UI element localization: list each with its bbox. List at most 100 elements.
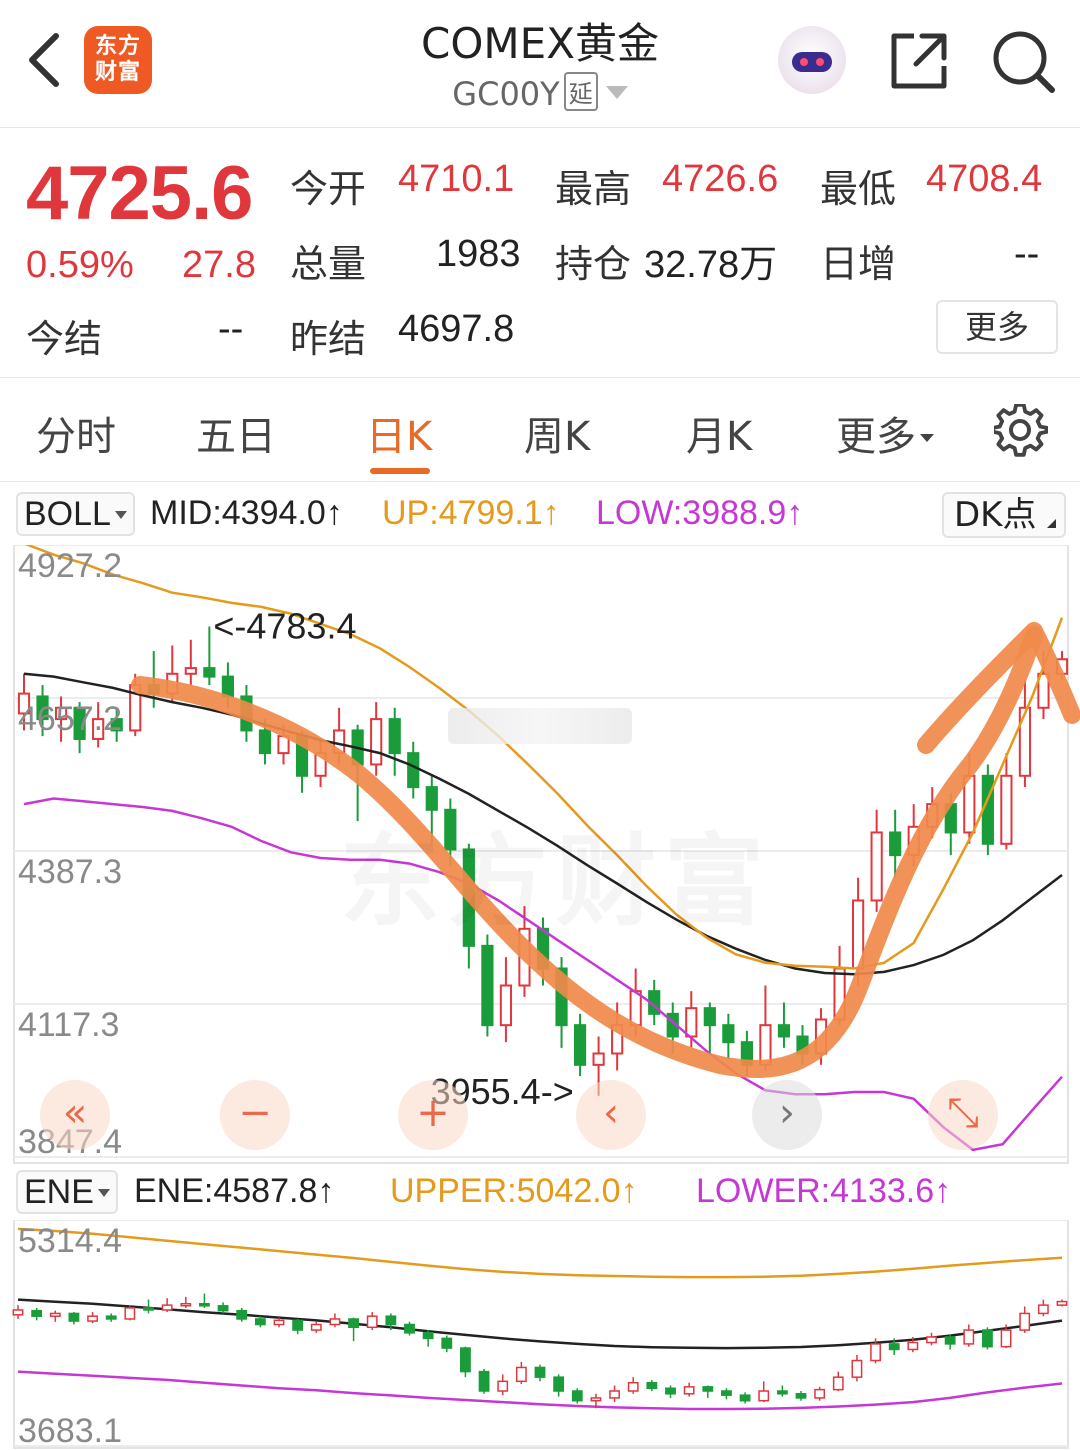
candle-body (203, 667, 216, 678)
mini-candle-body (907, 1341, 919, 1351)
mini-candle-body (571, 1390, 583, 1402)
ene-selector-label: ENE (24, 1173, 94, 1211)
mini-candle-body (944, 1336, 956, 1345)
candle-body (981, 774, 994, 845)
ene-chart[interactable]: 5314.4 3683.1 (0, 1220, 1080, 1450)
chevron-down-icon (605, 86, 628, 99)
mini-candle-body (385, 1315, 397, 1326)
candle-body (1018, 706, 1032, 777)
tab-daily-k[interactable]: 日K (366, 404, 432, 462)
high-value: 4726.6 (662, 158, 779, 200)
page-title: COMEX黄金 (421, 19, 659, 68)
scroll-left-button[interactable]: ‹ (576, 1080, 646, 1150)
candle-body (703, 1007, 716, 1027)
mini-candle-body (795, 1393, 807, 1399)
mini-candle-body (87, 1315, 98, 1322)
chevron-down-icon (97, 1189, 110, 1197)
mini-candle-body (851, 1359, 863, 1378)
mini-candle-body (199, 1302, 210, 1307)
ene-value: ENE:4587.8↑ (134, 1172, 335, 1210)
mini-candle-body (1000, 1329, 1012, 1348)
mini-candle-body (832, 1376, 844, 1391)
dk-point-button[interactable]: DK点 (942, 492, 1066, 538)
tab-weekly-k[interactable]: 周K (524, 404, 590, 462)
position-value: 32.78万 (644, 244, 778, 286)
candle-body (629, 990, 642, 1027)
tab-intraday[interactable]: 分时 (36, 404, 116, 462)
change-percent: 0.59% (26, 244, 134, 286)
tab-more[interactable]: 更多 (836, 404, 934, 462)
y-tick-label: 4117.3 (18, 1006, 119, 1044)
candle-body (499, 984, 513, 1027)
mini-candle-body (254, 1318, 266, 1326)
ene-selector[interactable]: ENE (16, 1170, 118, 1214)
assistant-robot-icon[interactable] (778, 26, 846, 94)
boll-selector[interactable]: BOLL (16, 492, 135, 536)
mini-candle-body (441, 1337, 453, 1349)
y-tick-label: 3683.1 (18, 1412, 122, 1450)
mini-candle-body (870, 1343, 881, 1362)
daily-increase-value: -- (1014, 233, 1040, 275)
candle-body (685, 1007, 698, 1038)
candle-body (870, 831, 883, 902)
max-price-label: <-4783.4 (213, 606, 356, 647)
blurred-tooltip (448, 708, 632, 744)
mini-candle-body (217, 1305, 229, 1312)
scroll-left-fast-button[interactable]: « (40, 1080, 110, 1150)
zoom-out-button[interactable]: − (220, 1080, 290, 1150)
candle-body (370, 718, 383, 766)
zoom-in-button[interactable]: + (398, 1080, 468, 1150)
settle-value: -- (218, 308, 244, 350)
mini-candle-body (236, 1309, 248, 1320)
mini-candle-body (422, 1332, 434, 1340)
mini-candle-body (124, 1307, 136, 1320)
gear-icon[interactable] (994, 404, 1048, 458)
candle-body (184, 667, 197, 675)
mini-candle-body (888, 1343, 900, 1351)
mini-candle-body (310, 1323, 322, 1331)
ene-indicator-bar: ENE ENE:4587.8↑ UPPER:5042.0↑ LOWER:4133… (0, 1166, 1080, 1218)
period-tabs: 分时 五日 日K 周K 月K 更多 (0, 378, 1080, 482)
logo-text-bottom: 财富 (94, 60, 141, 85)
delay-tag: 延 (563, 72, 598, 111)
mini-candle-body (926, 1336, 937, 1344)
candle-body (258, 729, 272, 755)
mini-candle-body (12, 1309, 24, 1316)
boll-up-value: UP:4799.1↑ (382, 494, 560, 532)
contract-selector[interactable]: GC00Y 延 (340, 72, 740, 113)
mini-candle-body (1037, 1304, 1049, 1315)
series-line-upper (17, 1227, 1063, 1279)
mini-candle-body (683, 1386, 695, 1395)
fullscreen-icon[interactable]: ⤡ (928, 1080, 998, 1150)
position-label: 持仓 (555, 242, 632, 286)
series-line-ene (17, 1298, 1063, 1350)
share-icon[interactable] (888, 30, 950, 92)
back-icon[interactable] (22, 30, 68, 90)
app-logo[interactable]: 东方 财富 (84, 26, 152, 94)
search-icon[interactable] (990, 28, 1056, 94)
candle-body (221, 675, 234, 698)
mini-candle-body (292, 1319, 304, 1331)
scroll-right-button[interactable]: › (752, 1080, 822, 1150)
candle-body (388, 718, 401, 755)
open-value: 4710.1 (398, 158, 515, 200)
candle-body (592, 1052, 605, 1066)
mini-candle-body (665, 1387, 676, 1395)
logo-text-top: 东方 (94, 34, 141, 59)
boll-indicator-bar: BOLL MID:4394.0↑ UP:4799.1↑ LOW:3988.9↑ (0, 488, 1080, 540)
volume-label: 总量 (290, 242, 367, 286)
candle-body (777, 1024, 791, 1038)
tab-monthly-k[interactable]: 月K (686, 404, 752, 462)
mini-candle-body (497, 1380, 509, 1392)
mini-candle-body (180, 1302, 192, 1307)
mini-candle-body (161, 1304, 173, 1311)
tab-five-day[interactable]: 五日 (196, 404, 276, 462)
mini-candle-body (68, 1312, 80, 1322)
more-quote-button[interactable]: 更多 (936, 300, 1058, 354)
mini-candle-body (31, 1309, 43, 1317)
quote-panel: 4725.6 0.59% 27.8 今结 -- 今开 4710.1 最高 472… (0, 128, 1080, 378)
mini-candle-body (1056, 1300, 1068, 1306)
mini-candle-body (982, 1329, 993, 1348)
y-tick-label: 5314.4 (18, 1222, 122, 1260)
mini-candle-body (553, 1376, 565, 1392)
